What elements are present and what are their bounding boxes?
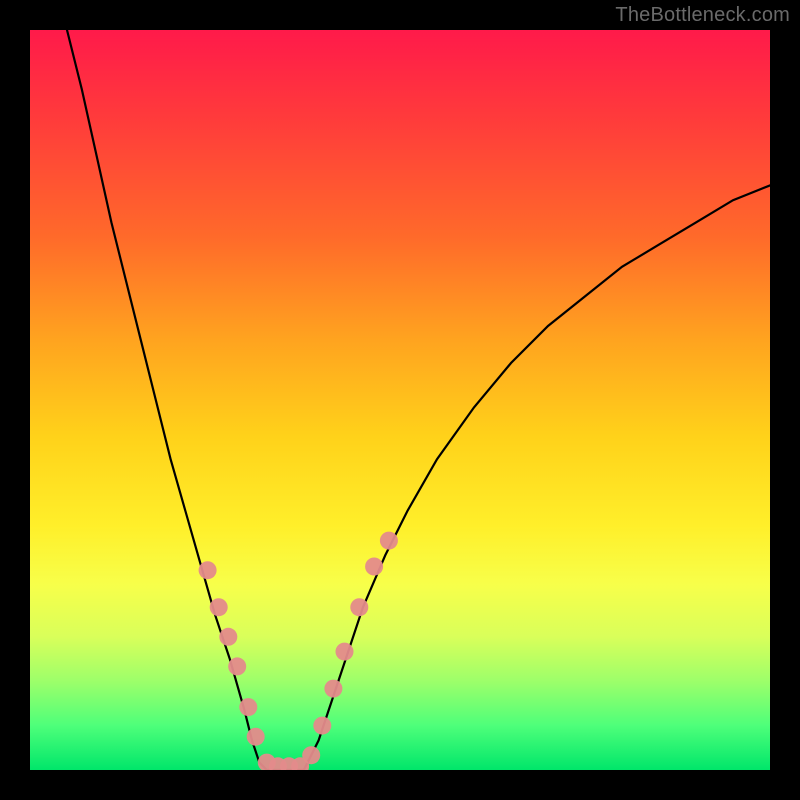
curve-group xyxy=(67,30,770,770)
marker-dot xyxy=(210,598,228,616)
marker-dot xyxy=(247,728,265,746)
marker-dot xyxy=(324,680,342,698)
marker-dot xyxy=(239,698,257,716)
marker-dot xyxy=(302,746,320,764)
watermark-text: TheBottleneck.com xyxy=(615,4,790,27)
marker-dot xyxy=(336,643,354,661)
chart-frame: TheBottleneck.com xyxy=(0,0,800,800)
marker-dot xyxy=(199,561,217,579)
marker-group xyxy=(199,532,398,770)
marker-dot xyxy=(365,558,383,576)
marker-dot xyxy=(350,598,368,616)
curve-right-path xyxy=(304,185,770,770)
marker-dot xyxy=(313,717,331,735)
plot-area xyxy=(30,30,770,770)
marker-dot xyxy=(380,532,398,550)
marker-dot xyxy=(228,657,246,675)
marker-dot xyxy=(219,628,237,646)
chart-svg xyxy=(30,30,770,770)
